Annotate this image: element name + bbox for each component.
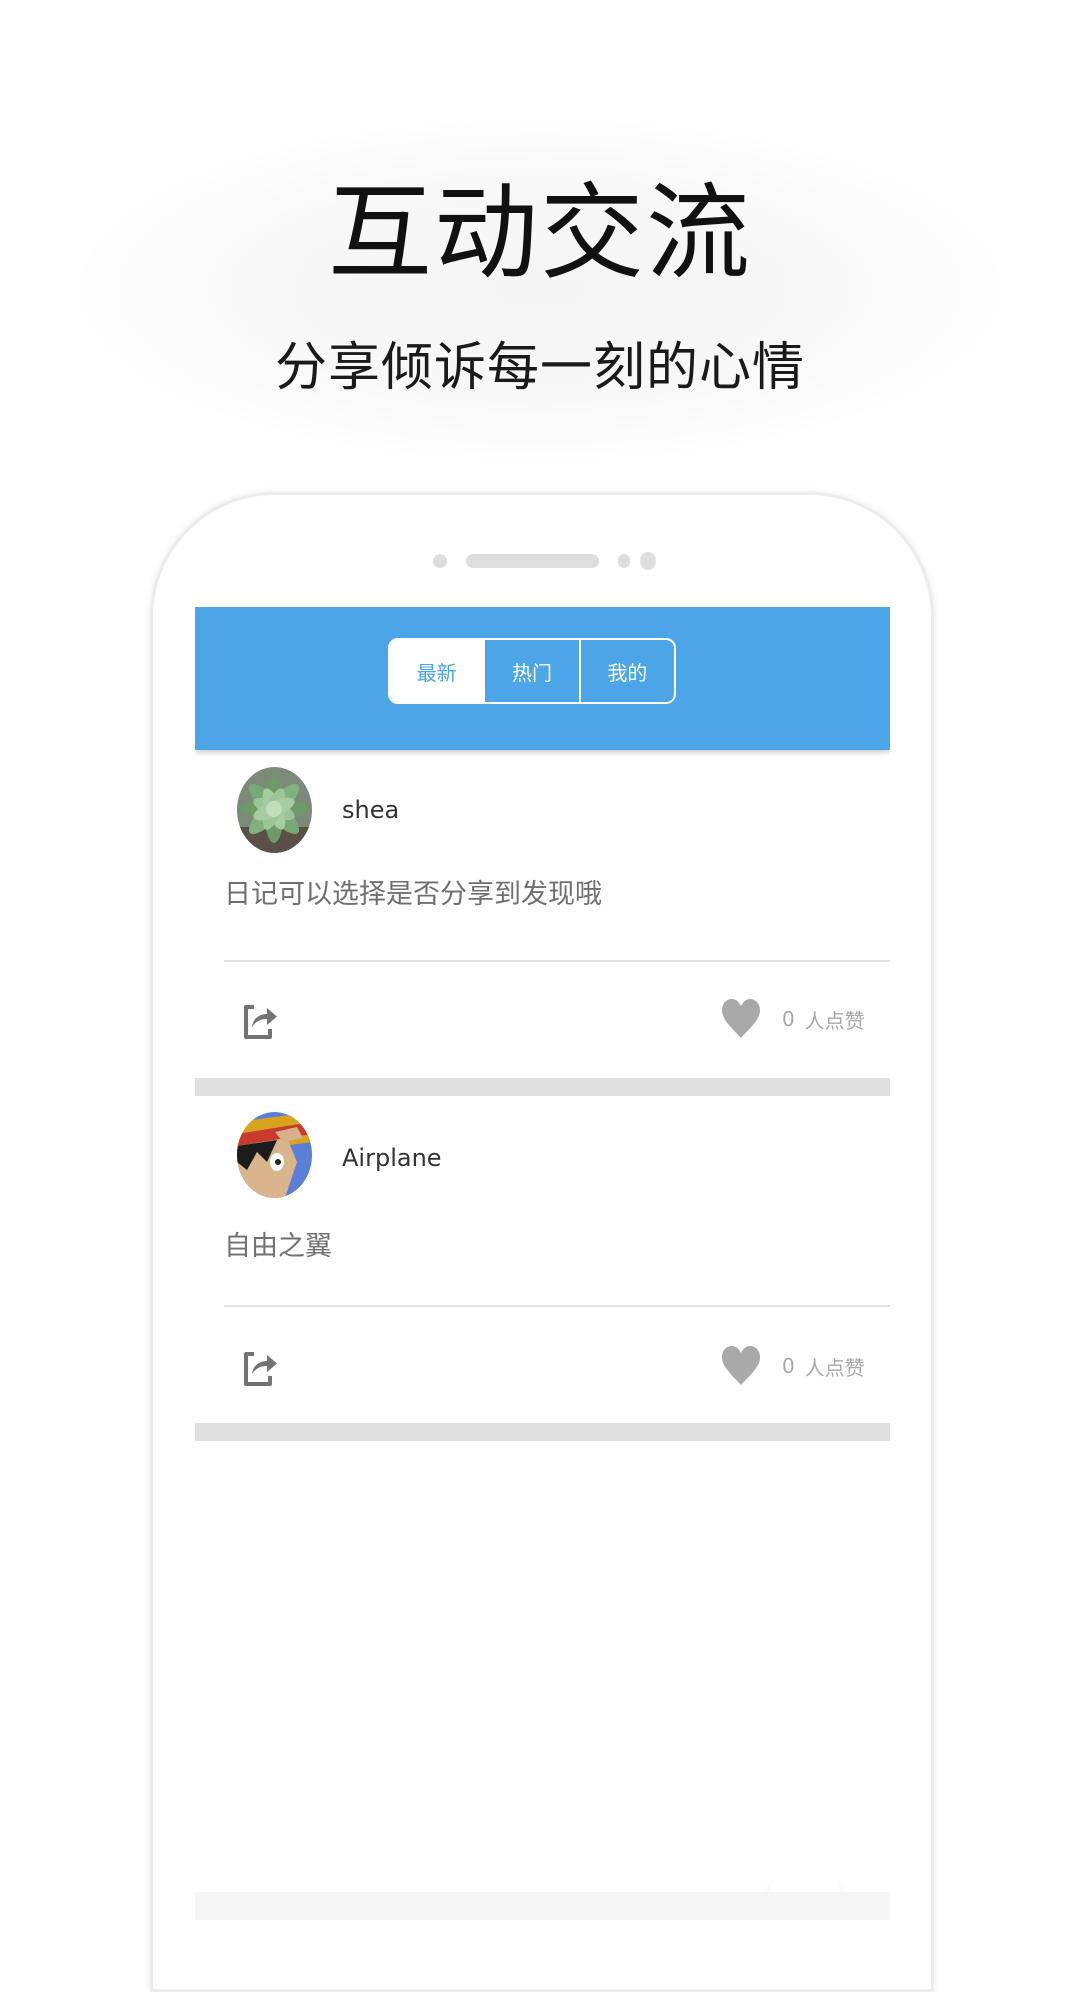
like-label: 人点赞 xyxy=(804,1008,865,1033)
like-count: 0 xyxy=(782,1007,795,1031)
avatar[interactable] xyxy=(237,767,312,853)
succulent-avatar-image xyxy=(237,767,312,853)
phone-speaker-grille xyxy=(466,554,599,568)
post-card: Airplane 自由之翼 0 人点赞 xyxy=(195,1096,890,1423)
promo-title: 互动交流 xyxy=(327,172,752,294)
tab-popular[interactable]: 热门 xyxy=(483,640,578,702)
heart-icon xyxy=(722,1346,760,1385)
like-label: 人点赞 xyxy=(804,1355,865,1380)
post-divider xyxy=(224,1305,890,1307)
tab-mine[interactable]: 我的 xyxy=(578,640,674,702)
post-username[interactable]: Airplane xyxy=(342,1144,442,1172)
promo-subtitle: 分享倾诉每一刻的心情 xyxy=(274,338,805,398)
post-content: 自由之翼 xyxy=(224,1231,332,1262)
post-separator xyxy=(195,1423,890,1441)
app-bar: 最新 热门 我的 xyxy=(195,607,890,750)
post-divider xyxy=(224,960,890,962)
anime-avatar-image xyxy=(237,1112,312,1198)
phone-sensor-dot xyxy=(618,554,630,568)
like-button[interactable]: 0 人点赞 xyxy=(720,1344,865,1388)
avatar[interactable] xyxy=(237,1112,312,1198)
like-button[interactable]: 0 人点赞 xyxy=(720,997,865,1041)
bottom-navigation-bar xyxy=(195,1892,890,1920)
phone-front-camera xyxy=(640,552,656,570)
share-icon xyxy=(244,1005,277,1039)
tab-latest[interactable]: 最新 xyxy=(390,640,484,702)
phone-sensor-dot xyxy=(433,554,447,568)
post-card: shea 日记可以选择是否分享到发现哦 0 人点赞 xyxy=(195,750,890,1078)
segmented-tab-control: 最新 热门 我的 xyxy=(388,638,676,704)
share-button[interactable] xyxy=(240,1348,280,1388)
post-separator xyxy=(195,1078,890,1096)
like-count: 0 xyxy=(782,1354,795,1378)
heart-icon xyxy=(722,999,760,1038)
share-button[interactable] xyxy=(240,1001,280,1041)
phone-screen: 最新 热门 我的 shea 日记可以选择是否分享到发现哦 0 人点赞 Airpl… xyxy=(195,607,890,1920)
share-icon xyxy=(244,1352,277,1386)
post-content: 日记可以选择是否分享到发现哦 xyxy=(224,879,602,910)
post-username[interactable]: shea xyxy=(342,796,399,824)
